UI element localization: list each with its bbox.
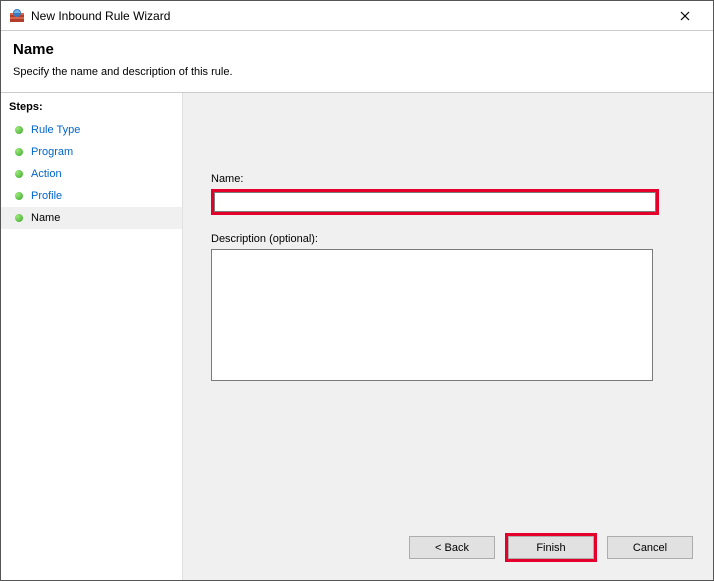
wizard-body: Steps: Rule Type Program Action Profile … <box>1 92 713 580</box>
wizard-main: Name: Description (optional): < Back Fin… <box>183 93 713 580</box>
description-input[interactable] <box>211 249 653 381</box>
finish-label: Finish <box>536 542 565 554</box>
step-label: Action <box>31 168 62 180</box>
titlebar: New Inbound Rule Wizard <box>1 1 713 31</box>
name-label: Name: <box>211 173 685 185</box>
step-label: Profile <box>31 190 62 202</box>
firewall-icon <box>9 8 25 24</box>
step-program[interactable]: Program <box>1 141 182 163</box>
window-title: New Inbound Rule Wizard <box>31 9 665 23</box>
step-action[interactable]: Action <box>1 163 182 185</box>
finish-highlight: Finish <box>505 533 597 562</box>
bullet-icon <box>15 126 23 134</box>
button-row: < Back Finish Cancel <box>409 533 693 562</box>
description-label: Description (optional): <box>211 233 685 245</box>
finish-button[interactable]: Finish <box>508 536 594 559</box>
back-button[interactable]: < Back <box>409 536 495 559</box>
step-name[interactable]: Name <box>1 207 182 229</box>
back-label: < Back <box>435 542 469 554</box>
step-label: Name <box>31 212 60 224</box>
page-subtitle: Specify the name and description of this… <box>13 66 701 78</box>
bullet-icon <box>15 214 23 222</box>
cancel-label: Cancel <box>633 542 667 554</box>
steps-heading: Steps: <box>1 97 182 119</box>
wizard-window: New Inbound Rule Wizard Name Specify the… <box>0 0 714 581</box>
cancel-button[interactable]: Cancel <box>607 536 693 559</box>
wizard-header: Name Specify the name and description of… <box>1 31 713 92</box>
step-profile[interactable]: Profile <box>1 185 182 207</box>
name-highlight <box>211 189 659 215</box>
bullet-icon <box>15 148 23 156</box>
bullet-icon <box>15 192 23 200</box>
name-input[interactable] <box>214 192 656 212</box>
close-button[interactable] <box>665 2 705 30</box>
page-title: Name <box>13 41 701 58</box>
step-rule-type[interactable]: Rule Type <box>1 119 182 141</box>
bullet-icon <box>15 170 23 178</box>
steps-sidebar: Steps: Rule Type Program Action Profile … <box>1 93 183 580</box>
step-label: Program <box>31 146 73 158</box>
step-label: Rule Type <box>31 124 80 136</box>
